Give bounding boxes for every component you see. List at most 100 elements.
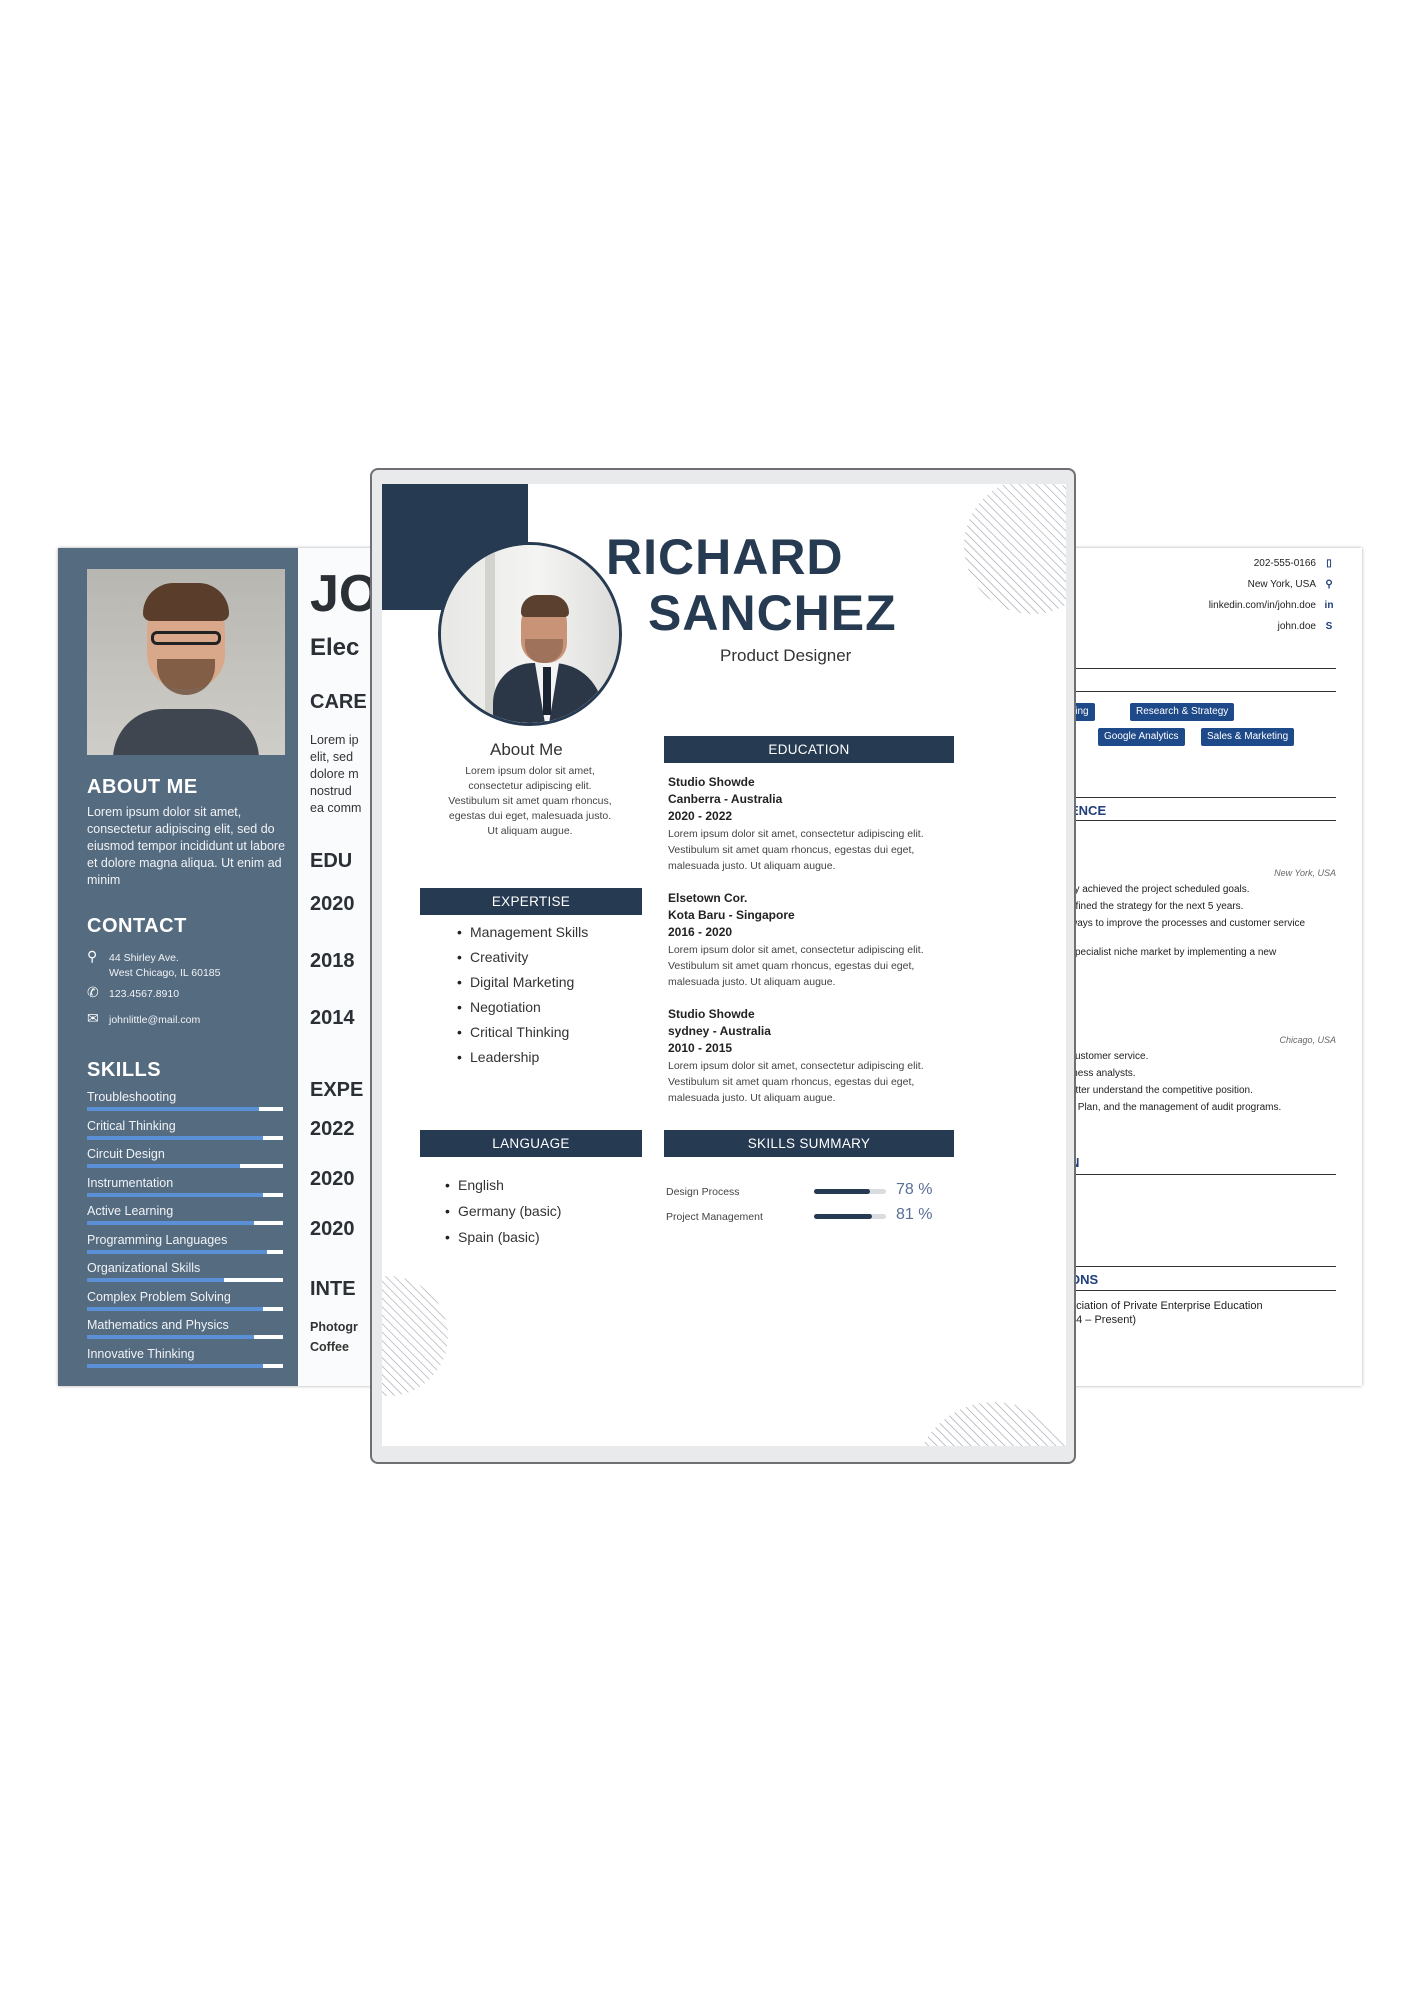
skill-item: Critical Thinking [87,1119,283,1140]
skill-item: Mathematics and Physics [87,1318,283,1339]
contact-email: ✉ johnlittle@mail.com [87,1010,201,1026]
contact-phone: ✆ 123.4567.8910 [87,984,180,1000]
phone-icon: ✆ [87,984,99,1000]
center-resume-preview[interactable]: RICHARD SANCHEZ Product Designer About M… [370,468,1076,1464]
education-place: Canberra - Australia [668,792,783,806]
divider [1050,820,1336,821]
experience-year: 2020 [310,1168,355,1190]
skill-name: Organizational Skills [87,1261,201,1275]
about-me-text: Lorem ipsum dolor sit amet, consectetur … [448,765,612,837]
left-resume-sidebar: ABOUT ME Lorem ipsum dolor sit amet, con… [58,548,298,1386]
education-description: Lorem ipsum dolor sit amet, consectetur … [668,944,924,988]
career-heading: CARE [310,691,367,713]
first-name: RICHARD [606,529,844,585]
divider [1050,1266,1336,1267]
expertise-item: Management Skills [457,920,588,945]
about-me-heading: About Me [490,740,563,759]
skype-icon: S [1325,621,1333,632]
contact-heading: CONTACT [87,915,187,937]
skill-tag: Google Analytics [1098,728,1185,746]
skill-name: Complex Problem Solving [87,1289,231,1304]
education-year: 2014 [310,1007,355,1029]
interest-item: Coffee [310,1340,349,1354]
skill-bar-fill [87,1335,254,1339]
language-heading: LANGUAGE [420,1130,642,1157]
education-school: Studio Showde [668,775,755,789]
skill-name: Active Learning [87,1204,174,1218]
divider [1050,797,1336,798]
skill-progress-bar [814,1214,886,1219]
expertise-item: Leadership [457,1045,588,1070]
education-year: 2020 [310,893,355,915]
skill-name: Circuit Design [87,1147,165,1161]
profile-photo [438,542,622,726]
skill-item: Complex Problem Solving [87,1290,283,1311]
job-bullet: customer service. [1070,1051,1149,1062]
skill-bar [87,1192,283,1197]
location-pin-icon: ⚲ [87,948,98,964]
right-resume-preview[interactable]: 202-555-0166 ▯ New York, USA ⚲ linkedin.co… [1050,548,1362,1386]
skills-heading: SKILLS [87,1059,162,1081]
skill-item: Innovative Thinking [87,1347,283,1368]
job-title-fragment: Elec [310,634,360,661]
interest-item: Photogr [310,1320,358,1334]
skill-item: Circuit Design [87,1147,283,1168]
job-bullet: ways to improve the processes and custom… [1070,918,1306,929]
skill-progress-bar [814,1189,886,1194]
skill-bar-fill [87,1278,225,1282]
skill-item: Instrumentation [87,1176,283,1197]
education-years: 2016 - 2020 [668,925,733,939]
skill-bar [87,1164,283,1168]
skill-name: Troubleshooting [87,1090,177,1104]
expertise-item: Digital Marketing [457,970,588,995]
skill-bar-fill [87,1135,264,1140]
education-year: 2018 [310,950,355,972]
education-place: Kota Baru - Singapore [668,908,795,922]
contact-skype: john.doe S [1278,621,1336,632]
expertise-item: Critical Thinking [457,1020,588,1045]
skill-bar [87,1278,283,1282]
skill-percent: 78 % [896,1181,933,1198]
education-place: sydney - Australia [668,1024,771,1038]
skill-name: Mathematics and Physics [87,1318,229,1332]
divider [1050,668,1336,669]
mail-icon: ✉ [87,1010,99,1026]
skill-item: Programming Languages [87,1233,283,1254]
skill-progress-fill [814,1214,873,1219]
education-school: Studio Showde [668,1007,755,1021]
skill-bar-fill [87,1363,264,1368]
divider [1050,1174,1336,1175]
language-list: EnglishGermany (basic)Spain (basic) [444,1172,562,1250]
experience-year: 2020 [310,1218,355,1240]
expertise-item: Creativity [457,945,588,970]
skill-bar [87,1221,283,1225]
job-location: New York, USA [1274,868,1336,878]
education-description: Lorem ipsum dolor sit amet, consectetur … [668,828,924,872]
divider [1050,691,1336,692]
skill-item: Troubleshooting [87,1090,283,1111]
language-item: Spain (basic) [445,1224,561,1250]
expertise-heading: EXPERTISE [420,888,642,915]
contact-linkedin: linkedin.com/in/john.doe in [1209,600,1336,611]
skill-name: Instrumentation [87,1175,174,1190]
job-bullet: lly achieved the project scheduled goals… [1070,884,1250,895]
education-school: Elsetown Cor. [668,891,748,905]
job-title: Product Designer [720,646,852,665]
skill-percent: 81 % [896,1206,933,1223]
location-pin-icon: ⚲ [1325,579,1333,590]
skill-tag: Research & Strategy [1130,703,1235,721]
experience-year: 2022 [310,1118,355,1140]
skill-bar-fill [87,1249,268,1254]
about-me-text: Lorem ipsum dolor sit amet, consectetur … [87,805,286,887]
profile-photo [87,569,285,755]
expertise-item: Negotiation [457,995,588,1020]
left-resume-preview[interactable]: ABOUT ME Lorem ipsum dolor sit amet, con… [58,548,388,1386]
job-bullet: y Plan, and the management of audit prog… [1070,1102,1282,1113]
experience-heading: EXPE [310,1079,364,1101]
education-heading: EDU [310,850,353,872]
skill-bar [87,1363,283,1368]
linkedin-icon: in [1324,600,1334,611]
about-me-heading: ABOUT ME [87,776,198,798]
name-fragment: JO [310,565,380,623]
skill-progress-fill [814,1189,871,1194]
